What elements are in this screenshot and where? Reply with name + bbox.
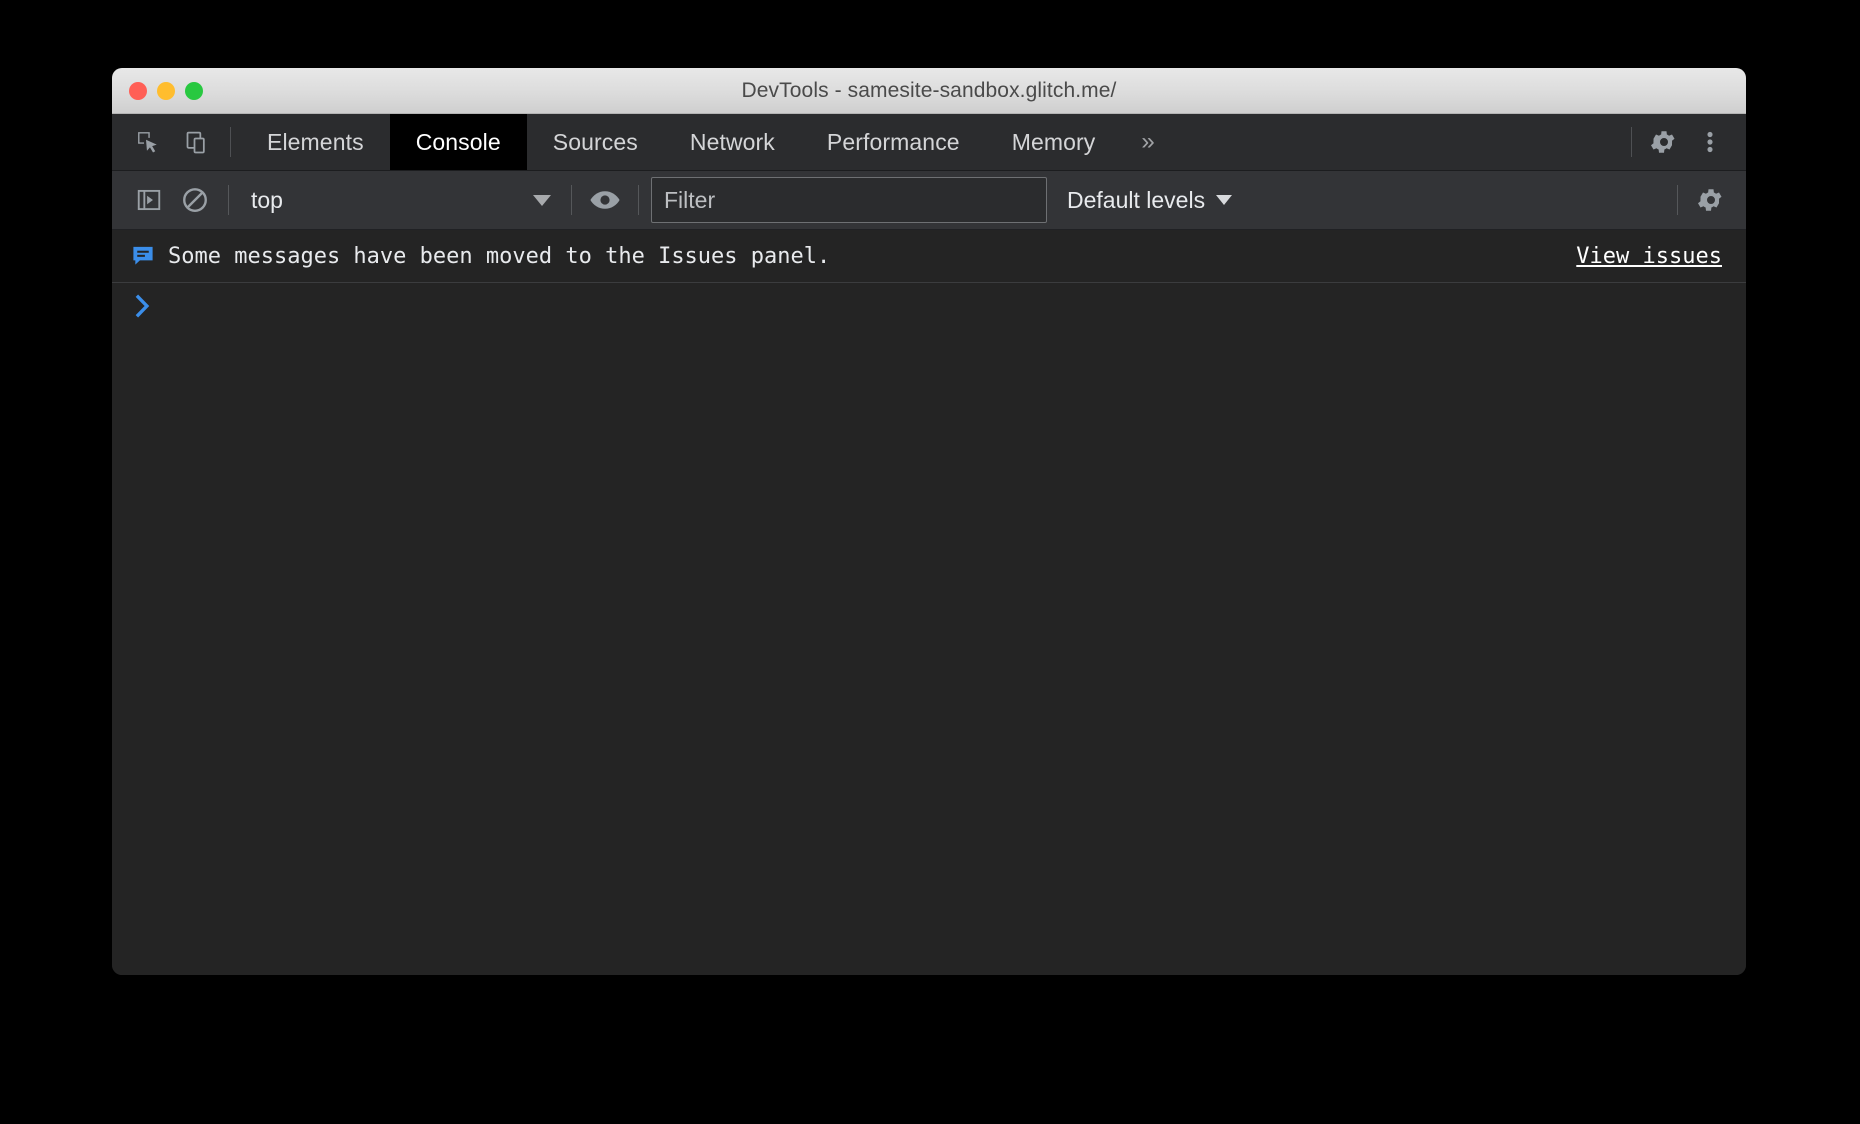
prompt-chevron-icon (128, 293, 158, 319)
tab-console[interactable]: Console (390, 114, 527, 170)
tab-memory-label: Memory (1012, 129, 1096, 156)
filter-placeholder: Filter (664, 187, 715, 214)
settings-gear-icon (1649, 127, 1679, 157)
device-toolbar-icon (184, 128, 212, 156)
tabbar-right-icons (1642, 114, 1746, 170)
console-settings-button[interactable] (1688, 177, 1734, 223)
eye-icon (588, 187, 622, 213)
window-traffic-lights (129, 68, 203, 113)
console-sidebar-icon (135, 186, 163, 214)
window-title: DevTools - samesite-sandbox.glitch.me/ (742, 79, 1117, 103)
tab-network-label: Network (690, 129, 775, 156)
more-tabs-button[interactable]: » (1121, 114, 1174, 170)
clear-console-icon (180, 185, 210, 215)
tab-elements-label: Elements (267, 129, 364, 156)
devtools-tabbar: Elements Console Sources Network Perform… (112, 114, 1746, 171)
console-toolbar-divider-3 (638, 185, 639, 215)
tabbar-left-icons (112, 114, 220, 170)
inspect-element-button[interactable] (126, 120, 170, 164)
device-toolbar-button[interactable] (176, 120, 220, 164)
view-issues-link[interactable]: View issues (1576, 244, 1722, 269)
issue-message-icon (128, 244, 158, 268)
tab-memory[interactable]: Memory (986, 114, 1122, 170)
chevron-down-icon (533, 195, 551, 206)
tab-sources[interactable]: Sources (527, 114, 664, 170)
desktop-backdrop: DevTools - samesite-sandbox.glitch.me/ (0, 0, 1860, 1124)
console-toolbar-right (1688, 177, 1746, 223)
tabbar-right-divider (1631, 127, 1632, 157)
window-titlebar: DevTools - samesite-sandbox.glitch.me/ (112, 68, 1746, 114)
chevron-double-right-icon: » (1141, 128, 1154, 156)
main-menu-button[interactable] (1688, 120, 1732, 164)
console-message-text: Some messages have been moved to the Iss… (168, 244, 830, 269)
console-toolbar-divider-4 (1677, 185, 1678, 215)
tab-network[interactable]: Network (664, 114, 801, 170)
devtools-window: DevTools - samesite-sandbox.glitch.me/ (112, 68, 1746, 975)
console-toolbar: top Filter Default levels (112, 171, 1746, 230)
console-message-list[interactable]: Some messages have been moved to the Iss… (112, 230, 1746, 975)
console-sidebar-toggle-button[interactable] (126, 177, 172, 223)
live-expression-button[interactable] (582, 177, 628, 223)
issue-bubble-icon (131, 244, 155, 268)
tab-console-label: Console (416, 129, 501, 156)
console-message-row[interactable]: Some messages have been moved to the Iss… (112, 230, 1746, 283)
tabbar-divider (230, 127, 231, 157)
inspect-element-icon (134, 128, 162, 156)
log-levels-label: Default levels (1067, 187, 1205, 214)
chevron-down-icon (1216, 195, 1232, 205)
execution-context-value: top (251, 187, 283, 214)
console-prompt-row[interactable] (112, 283, 1746, 329)
tab-performance[interactable]: Performance (801, 114, 986, 170)
execution-context-select[interactable]: top (239, 178, 561, 222)
tab-sources-label: Sources (553, 129, 638, 156)
tab-elements[interactable]: Elements (241, 114, 390, 170)
minimize-window-button[interactable] (157, 82, 175, 100)
console-prompt-input[interactable] (166, 289, 1746, 323)
console-settings-gear-icon (1696, 185, 1726, 215)
clear-console-button[interactable] (172, 177, 218, 223)
maximize-window-button[interactable] (185, 82, 203, 100)
close-window-button[interactable] (129, 82, 147, 100)
console-toolbar-divider-1 (228, 185, 229, 215)
log-levels-select[interactable]: Default levels (1067, 187, 1232, 214)
chevron-right-icon (132, 293, 154, 319)
settings-button[interactable] (1642, 120, 1686, 164)
tab-performance-label: Performance (827, 129, 960, 156)
kebab-menu-icon (1697, 127, 1723, 157)
devtools-tabs: Elements Console Sources Network Perform… (241, 114, 1621, 170)
console-toolbar-divider-2 (571, 185, 572, 215)
filter-input[interactable]: Filter (651, 177, 1047, 223)
